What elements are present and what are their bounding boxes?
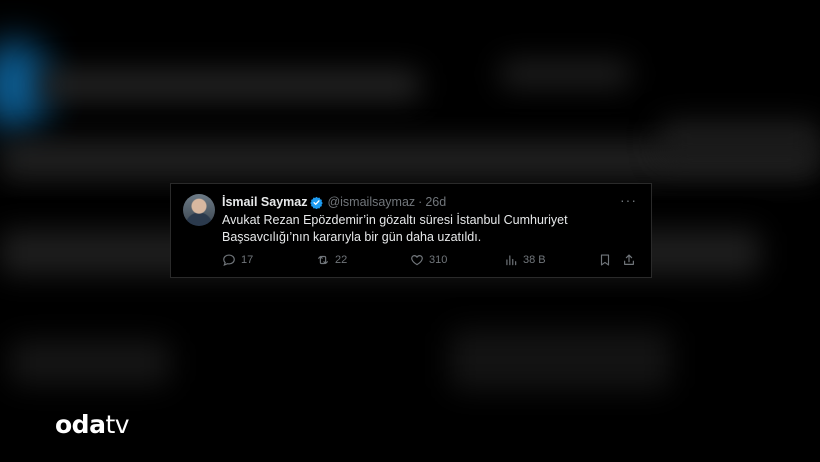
blurred-text-block <box>500 60 630 88</box>
share-button[interactable] <box>622 253 636 267</box>
blurred-text-block <box>10 340 170 385</box>
bookmark-icon <box>600 254 610 266</box>
like-button[interactable]: 310 <box>410 253 447 267</box>
share-icon <box>624 254 634 265</box>
views-button[interactable]: 38 B <box>504 253 546 267</box>
tweet-card[interactable]: İsmail Saymaz @ismailsaymaz · 26d ··· Av… <box>170 183 652 278</box>
verified-badge-icon <box>310 196 324 209</box>
header-separator: · <box>418 195 423 209</box>
repost-button[interactable]: 22 <box>316 253 347 267</box>
bookmark-button[interactable] <box>598 253 612 267</box>
odatv-logo: odatv <box>55 410 130 439</box>
repost-count: 22 <box>335 254 348 266</box>
tweet-header: İsmail Saymaz @ismailsaymaz · 26d <box>222 194 446 210</box>
tweet-timestamp[interactable]: 26d <box>425 195 446 209</box>
tweet-actions: 17 22 310 38 B <box>222 253 642 269</box>
more-options-icon[interactable]: ··· <box>620 192 637 208</box>
blurred-text-block <box>450 330 670 390</box>
views-icon <box>506 255 517 266</box>
like-icon <box>411 255 423 266</box>
tweet-text: Avukat Rezan Epözdemir’in gözaltı süresi… <box>222 213 568 244</box>
reply-button[interactable]: 17 <box>222 253 253 267</box>
logo-part-oda: oda <box>55 410 106 439</box>
reply-count: 17 <box>241 254 254 266</box>
blurred-text-block <box>660 120 820 160</box>
logo-part-tv: tv <box>105 410 130 439</box>
author-name[interactable]: İsmail Saymaz <box>222 195 307 209</box>
like-count: 310 <box>429 254 448 266</box>
repost-icon <box>318 255 328 265</box>
author-handle[interactable]: @ismailsaymaz <box>327 195 415 209</box>
view-count: 38 B <box>523 254 546 266</box>
reply-icon <box>223 254 235 266</box>
blurred-text-block <box>40 70 420 100</box>
avatar[interactable] <box>183 194 215 226</box>
